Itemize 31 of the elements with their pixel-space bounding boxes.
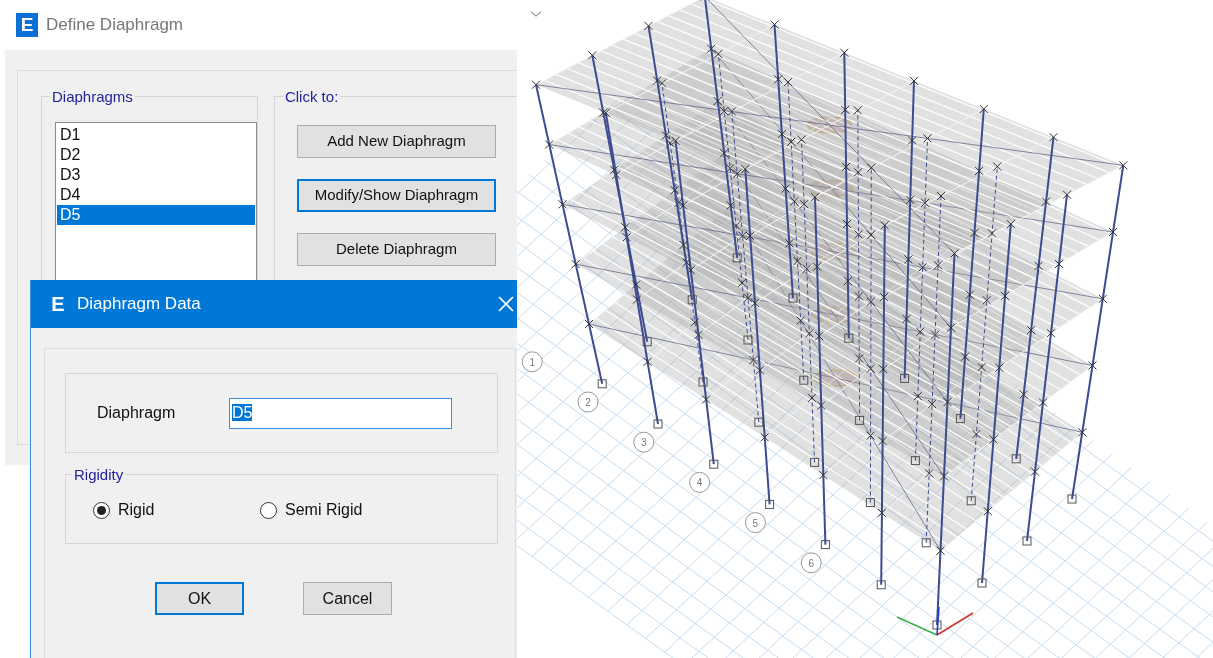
close-icon[interactable] [498, 296, 514, 312]
app-icon: E [16, 13, 38, 37]
group-label: Diaphragms [51, 89, 134, 104]
group-label: Rigidity [73, 467, 125, 482]
window-title: Define Diaphragm [46, 14, 183, 37]
action-button[interactable]: Modify/Show Diaphragm [296, 179, 496, 212]
chevron-icon [530, 11, 542, 17]
grid-bubble: 2 [577, 391, 599, 413]
dialog-title: Diaphragm Data [77, 293, 201, 316]
list-item[interactable]: D4 [57, 185, 255, 205]
dialog-button[interactable]: Cancel [303, 582, 392, 615]
radio-button[interactable] [260, 501, 277, 519]
field-label: Diaphragm [97, 403, 177, 423]
grid-bubble: 3 [633, 431, 655, 453]
action-button[interactable]: Delete Diaphragm [296, 233, 496, 266]
axes-icon [896, 606, 974, 636]
dialog-button[interactable]: OK [155, 582, 244, 615]
radio-button[interactable] [93, 501, 110, 519]
radio-label: Rigid [118, 500, 155, 520]
list-item[interactable]: D2 [57, 145, 255, 165]
grid-bubble: 5 [744, 512, 766, 534]
group-label: Click to: [283, 89, 340, 104]
radio-label: Semi Rigid [285, 500, 363, 520]
grid-bubble: 4 [689, 471, 711, 493]
diaphragm-field[interactable]: D5 [229, 397, 452, 429]
list-item[interactable]: D3 [57, 165, 255, 185]
action-button[interactable]: Add New Diaphragm [296, 125, 496, 158]
grid-bubble: 1 [521, 351, 543, 373]
grid-bubble: 6 [800, 552, 822, 574]
list-item[interactable]: D5 [57, 205, 255, 225]
list-item[interactable]: D1 [57, 125, 255, 145]
